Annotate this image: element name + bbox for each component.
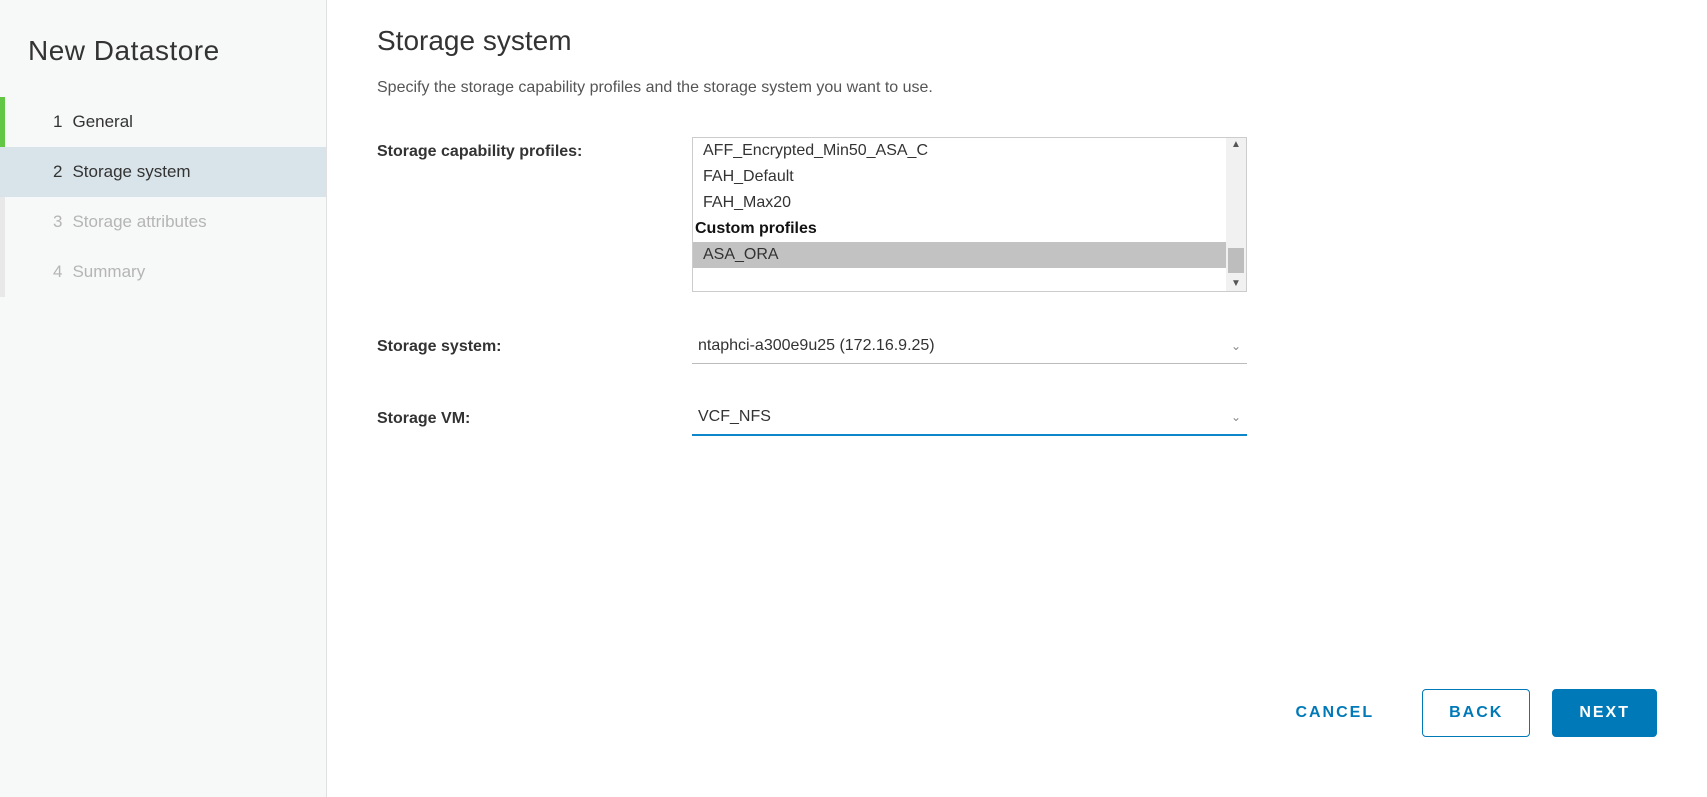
list-item[interactable]: FAH_Max20 bbox=[693, 190, 1226, 216]
row-storage-system: Storage system: ntaphci-a300e9u25 (172.1… bbox=[377, 332, 1657, 364]
page-title: Storage system bbox=[377, 25, 1657, 57]
field-storage-system: ntaphci-a300e9u25 (172.16.9.25) ⌄ bbox=[692, 332, 1247, 364]
wizard-sidebar: New Datastore 1 General 2 Storage system… bbox=[0, 0, 327, 797]
step-storage-system[interactable]: 2 Storage system bbox=[0, 147, 326, 197]
label-profiles: Storage capability profiles: bbox=[377, 137, 692, 161]
storage-system-value: ntaphci-a300e9u25 (172.16.9.25) bbox=[698, 337, 935, 355]
wizard-title: New Datastore bbox=[0, 25, 326, 97]
label-storage-system: Storage system: bbox=[377, 332, 692, 356]
scroll-down-icon[interactable]: ▼ bbox=[1231, 279, 1241, 289]
chevron-down-icon: ⌄ bbox=[1231, 339, 1241, 353]
list-item[interactable]: AFF_Encrypted_Min50_ASA_C bbox=[693, 138, 1226, 164]
storage-vm-value: VCF_NFS bbox=[698, 408, 771, 426]
field-storage-vm: VCF_NFS ⌄ bbox=[692, 404, 1247, 436]
step-label: Summary bbox=[72, 262, 145, 282]
list-item[interactable]: ASA_ORA bbox=[693, 242, 1226, 268]
back-button[interactable]: BACK bbox=[1422, 689, 1530, 737]
step-number: 1 bbox=[53, 112, 62, 132]
chevron-down-icon: ⌄ bbox=[1231, 410, 1241, 424]
wizard-steps: 1 General 2 Storage system 3 Storage att… bbox=[0, 97, 326, 297]
step-label: General bbox=[72, 112, 132, 132]
row-profiles: Storage capability profiles: AFF_Encrypt… bbox=[377, 137, 1657, 292]
label-storage-vm: Storage VM: bbox=[377, 404, 692, 428]
scroll-thumb[interactable] bbox=[1228, 248, 1244, 273]
main-content: Storage system Specify the storage capab… bbox=[327, 0, 1707, 797]
row-storage-vm: Storage VM: VCF_NFS ⌄ bbox=[377, 404, 1657, 436]
step-general[interactable]: 1 General bbox=[0, 97, 326, 147]
list-group-custom-profiles: Custom profiles bbox=[693, 216, 1226, 242]
storage-system-select[interactable]: ntaphci-a300e9u25 (172.16.9.25) ⌄ bbox=[692, 332, 1247, 364]
wizard-footer: CANCEL BACK NEXT bbox=[1269, 689, 1657, 737]
profiles-options: AFF_Encrypted_Min50_ASA_C FAH_Default FA… bbox=[693, 138, 1226, 291]
storage-vm-select[interactable]: VCF_NFS ⌄ bbox=[692, 404, 1247, 436]
next-button[interactable]: NEXT bbox=[1552, 689, 1657, 737]
step-number: 3 bbox=[53, 212, 62, 232]
field-profiles: AFF_Encrypted_Min50_ASA_C FAH_Default FA… bbox=[692, 137, 1247, 292]
scroll-up-icon[interactable]: ▲ bbox=[1231, 140, 1241, 150]
step-summary: 4 Summary bbox=[0, 247, 326, 297]
step-number: 4 bbox=[53, 262, 62, 282]
step-label: Storage attributes bbox=[72, 212, 206, 232]
step-number: 2 bbox=[53, 162, 62, 182]
step-storage-attributes: 3 Storage attributes bbox=[0, 197, 326, 247]
profiles-listbox[interactable]: AFF_Encrypted_Min50_ASA_C FAH_Default FA… bbox=[692, 137, 1247, 292]
page-subtitle: Specify the storage capability profiles … bbox=[377, 79, 1657, 97]
profiles-scrollbar[interactable]: ▲ ▼ bbox=[1226, 138, 1246, 291]
cancel-button[interactable]: CANCEL bbox=[1269, 689, 1400, 737]
step-label: Storage system bbox=[72, 162, 190, 182]
list-item[interactable]: FAH_Default bbox=[693, 164, 1226, 190]
